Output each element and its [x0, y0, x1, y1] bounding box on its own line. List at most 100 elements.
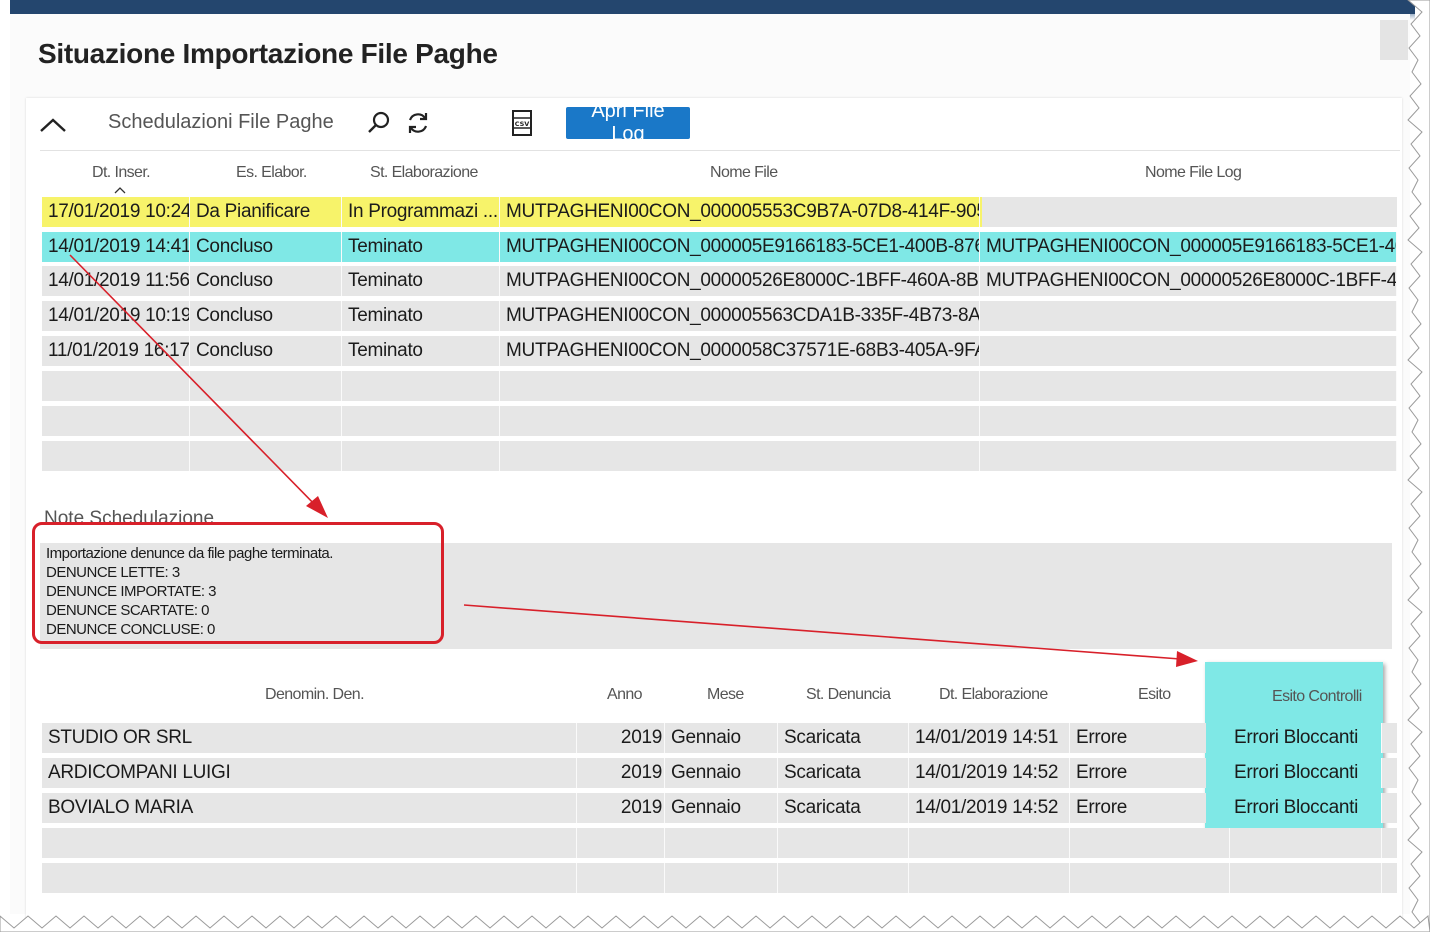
schedule-row[interactable]: [42, 371, 1397, 401]
col-nome-file-log: [980, 406, 1397, 436]
col-st-denuncia: Scaricata: [778, 793, 909, 823]
denuncia-row[interactable]: ARDICOMPANI LUIGI 2019 Gennaio Scaricata 14/…: [42, 758, 1397, 788]
col-nome-file-log: [980, 336, 1397, 366]
scrollbar-thumb[interactable]: [1380, 20, 1408, 60]
col-nome-file-log: MUTPAGHENI00CON_000005E9166183-5CE1-400.…: [980, 232, 1397, 262]
search-button[interactable]: [364, 108, 394, 138]
col-dt-inser: [42, 371, 190, 401]
refresh-button[interactable]: [403, 108, 433, 138]
col-nome-file-log: [980, 371, 1397, 401]
col-header-anno[interactable]: Anno: [607, 686, 643, 704]
col-dt-inser: 14/01/2019 14:41: [42, 232, 190, 262]
col-st-denuncia: Scaricata: [778, 723, 909, 753]
toolbar-divider: [40, 150, 1400, 151]
collapse-button[interactable]: [38, 112, 70, 138]
denuncia-row[interactable]: STUDIO OR SRL 2019 Gennaio Scaricata 14/01/2…: [42, 723, 1397, 753]
annotation-highlight-box: [32, 522, 444, 644]
col-dt-inser: 11/01/2019 16:17: [42, 336, 190, 366]
csv-icon: CSV: [512, 110, 532, 136]
col-nome-file: MUTPAGHENI00CON_00000526E8000C-1BFF-460A…: [500, 266, 980, 296]
denuncia-row[interactable]: [42, 828, 1397, 858]
col-anno: [577, 863, 665, 893]
col-st-elaborazione: [342, 406, 500, 436]
col-header-dt-elaborazione[interactable]: Dt. Elaborazione: [939, 686, 1048, 704]
refresh-icon: [408, 113, 428, 133]
col-mese: [665, 863, 778, 893]
col-anno: 2019: [577, 793, 665, 823]
col-es-elabor: Concluso: [190, 232, 342, 262]
col-es-elabor: [190, 371, 342, 401]
schedule-row[interactable]: 17/01/2019 10:24 Da Pianificare In Program…: [42, 197, 982, 227]
col-anno: [577, 828, 665, 858]
col-header-es-elabor[interactable]: Es. Elabor.: [236, 164, 307, 182]
col-anno: 2019: [577, 758, 665, 788]
denuncia-row[interactable]: [42, 863, 1397, 893]
open-log-button[interactable]: Apri File Log: [566, 100, 690, 145]
col-denominazione: BOVIALO MARIA: [42, 793, 577, 823]
schedule-row[interactable]: 14/01/2019 11:56 Concluso Teminato MUTPAGHE…: [42, 266, 1397, 296]
col-nome-file: MUTPAGHENI00CON_000005553C9B7A-07D8-414F…: [500, 197, 980, 227]
col-denominazione: [42, 863, 577, 893]
svg-text:CSV: CSV: [515, 120, 530, 128]
col-header-esito-controlli[interactable]: Esito Controlli: [1272, 688, 1362, 706]
col-es-elabor: Da Pianificare: [190, 197, 342, 227]
col-nome-file: [500, 441, 980, 471]
col-st-elaborazione: Teminato: [342, 336, 500, 366]
col-nome-file: [500, 371, 980, 401]
col-mese: [665, 828, 778, 858]
col-es-elabor: [190, 406, 342, 436]
col-nome-file-log: MUTPAGHENI00CON_00000526E8000C-1BFF-46 .…: [980, 266, 1397, 296]
col-es-elabor: Concluso: [190, 301, 342, 331]
schedule-row[interactable]: 11/01/2019 16:17 Concluso Teminato MUTPAGHE…: [42, 336, 1397, 366]
schedule-row[interactable]: [42, 441, 1397, 471]
col-dt-inser: 17/01/2019 10:24: [42, 197, 190, 227]
col-st-elaborazione: In Programmazi ...: [342, 197, 500, 227]
col-st-denuncia: [778, 828, 909, 858]
col-mese: Gennaio: [665, 758, 778, 788]
col-esito-controlli: Errori Bloccanti: [1206, 723, 1382, 753]
col-header-nome-file-log[interactable]: Nome File Log: [1145, 164, 1242, 182]
col-nome-file-log: [980, 441, 1397, 471]
schedule-row-log-cell: [982, 197, 1397, 227]
col-denominazione: [42, 828, 577, 858]
col-esito-controlli: [1206, 863, 1382, 893]
col-header-esito[interactable]: Esito: [1138, 686, 1171, 704]
col-esito-controlli: [1206, 828, 1382, 858]
search-icon: [368, 111, 390, 133]
denuncia-row[interactable]: BOVIALO MARIA 2019 Gennaio Scaricata 14/01/2…: [42, 793, 1397, 823]
col-nome-file-log: [980, 301, 1397, 331]
col-st-elaborazione: Teminato: [342, 266, 500, 296]
col-header-mese[interactable]: Mese: [707, 686, 744, 704]
col-st-elaborazione: [342, 441, 500, 471]
schedule-row[interactable]: [42, 406, 1397, 436]
col-nome-file: MUTPAGHENI00CON_000005563CDA1B-335F-4B73…: [500, 301, 980, 331]
col-mese: Gennaio: [665, 723, 778, 753]
page-title: Situazione Importazione File Paghe: [38, 38, 498, 69]
col-dt-elaborazione: 14/01/2019 14:52: [909, 758, 1070, 788]
export-csv-button[interactable]: CSV: [507, 108, 537, 138]
col-header-nome-file[interactable]: Nome File: [710, 164, 778, 182]
col-dt-inser: [42, 441, 190, 471]
col-nome-file: MUTPAGHENI00CON_0000058C37571E-68B3-405A…: [500, 336, 980, 366]
col-st-elaborazione: Teminato: [342, 232, 500, 262]
col-dt-elaborazione: [909, 828, 1070, 858]
col-esito-controlli: Errori Bloccanti: [1206, 758, 1382, 788]
col-es-elabor: [190, 441, 342, 471]
schedule-row[interactable]: 14/01/2019 14:41 Concluso Teminato MUTPAGHE…: [42, 232, 1397, 262]
col-header-st-denuncia[interactable]: St. Denuncia: [806, 686, 891, 704]
col-dt-elaborazione: [909, 863, 1070, 893]
col-nome-file: MUTPAGHENI00CON_000005E9166183-5CE1-400B…: [500, 232, 980, 262]
col-dt-inser: 14/01/2019 10:19: [42, 301, 190, 331]
col-dt-elaborazione: 14/01/2019 14:51: [909, 723, 1070, 753]
col-dt-inser: 14/01/2019 11:56: [42, 266, 190, 296]
col-header-st-elaborazione[interactable]: St. Elaborazione: [370, 164, 478, 182]
col-st-elaborazione: Teminato: [342, 301, 500, 331]
chevron-up-icon: [40, 118, 66, 132]
col-header-dt-inser[interactable]: Dt. Inser.: [92, 164, 151, 182]
schedule-row[interactable]: 14/01/2019 10:19 Concluso Teminato MUTPAGHE…: [42, 301, 1397, 331]
col-esito-controlli: Errori Bloccanti: [1206, 793, 1382, 823]
col-denominazione: ARDICOMPANI LUIGI: [42, 758, 577, 788]
section-label: Schedulazioni File Paghe: [108, 111, 334, 133]
col-dt-inser: [42, 406, 190, 436]
col-header-denominazione[interactable]: Denomin. Den.: [265, 686, 365, 704]
